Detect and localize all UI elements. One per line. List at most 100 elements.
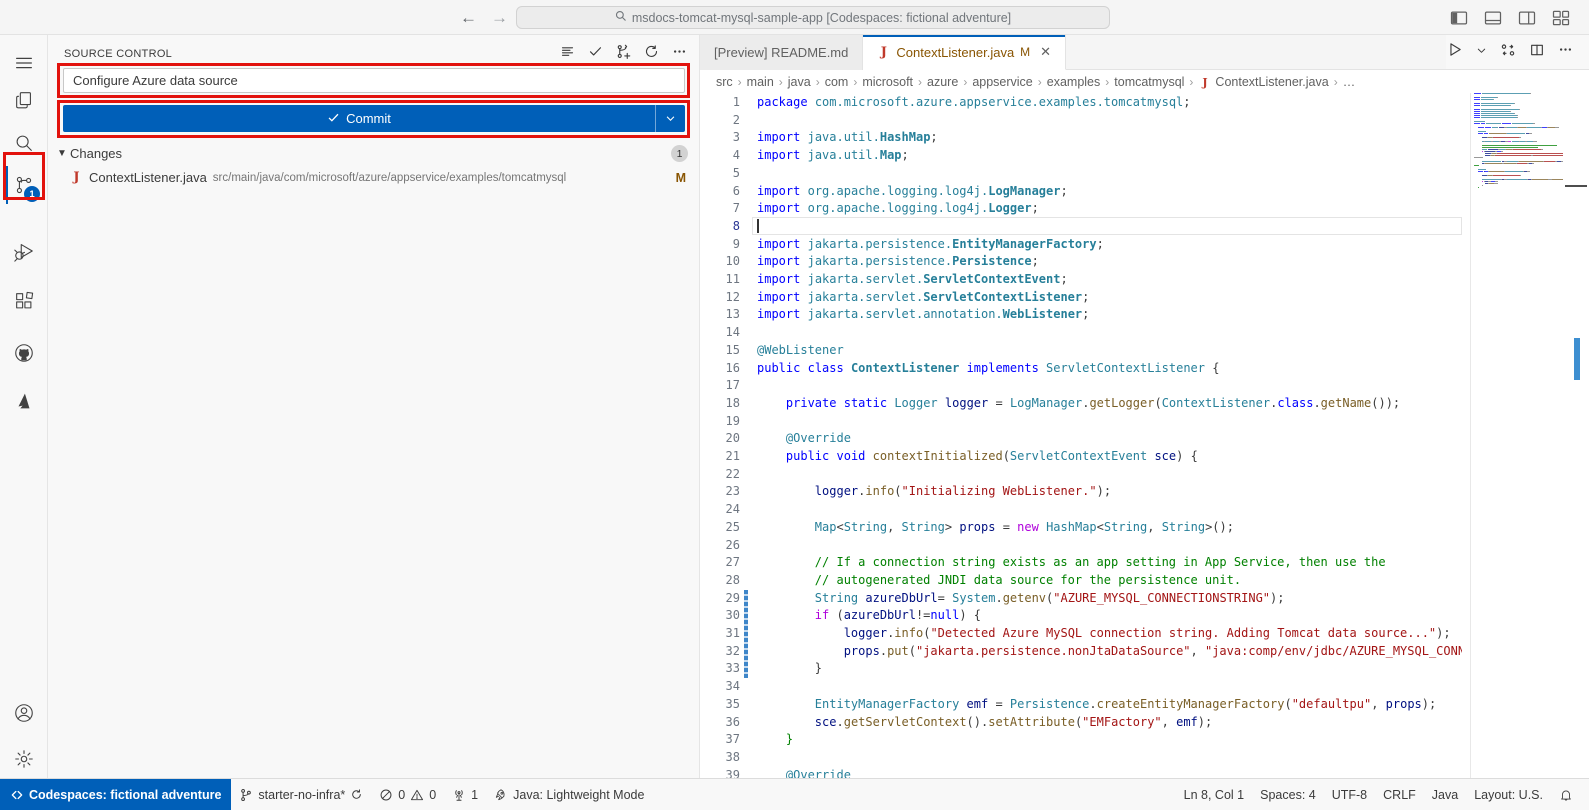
activity-bar-item-account[interactable] (0, 693, 48, 733)
check-icon[interactable] (588, 44, 603, 64)
source-control-changes-badge: 1 (24, 186, 40, 202)
breadcrumb-item--[interactable]: … (1343, 75, 1356, 89)
activity-bar-item-explorer[interactable] (0, 80, 48, 120)
code-line-text: import java.util.Map; (757, 147, 1462, 165)
run-icon[interactable] (1446, 41, 1463, 63)
activity-bar-item-menu[interactable] (0, 43, 48, 83)
code-line: 18 private static Logger logger = LogMan… (700, 395, 1589, 413)
code-line-text: String azureDbUrl= System.getenv("AZURE_… (757, 590, 1462, 608)
more-actions-icon[interactable] (672, 44, 687, 64)
commit-button[interactable]: Commit (63, 105, 685, 132)
status-item-bell-icon[interactable] (1551, 779, 1581, 810)
code-line-text: import org.apache.logging.log4j.LogManag… (757, 183, 1462, 201)
code-line-text: private static Logger logger = LogManage… (757, 395, 1462, 413)
code-line-text: logger.info("Detected Azure MySQL connec… (757, 625, 1462, 643)
code-line: 7import org.apache.logging.log4j.Logger; (700, 200, 1589, 218)
radio-tower-icon (452, 788, 466, 802)
view-as-list-icon[interactable] (560, 44, 575, 64)
breadcrumb-item-com[interactable]: com (825, 75, 849, 89)
chevron-down-icon: ▼ (54, 148, 70, 159)
status-item-0-0[interactable]: 00 (371, 779, 444, 810)
breadcrumb-item-microsoft[interactable]: microsoft (862, 75, 913, 89)
chevron-down-icon[interactable] (1476, 43, 1487, 61)
status-item-java-lightweight-mode[interactable]: Java: Lightweight Mode (486, 779, 652, 810)
activity-bar-item-github[interactable] (0, 333, 48, 373)
code-line-text: import jakarta.servlet.ServletContextEve… (757, 271, 1462, 289)
status-item-ln-8-col-1[interactable]: Ln 8, Col 1 (1176, 779, 1252, 810)
breadcrumb-item-src[interactable]: src (716, 75, 733, 89)
line-number: 32 (700, 643, 740, 661)
activity-bar-item-extensions[interactable] (0, 281, 48, 321)
code-line: 14 (700, 324, 1589, 342)
open-changes-icon[interactable] (1500, 42, 1516, 63)
command-center[interactable]: msdocs-tomcat-mysql-sample-app [Codespac… (516, 6, 1110, 29)
changes-section-header[interactable]: ▼ Changes 1 (48, 142, 700, 165)
toggle-panel-icon[interactable] (1483, 8, 1503, 28)
code-line: 12import jakarta.servlet.ServletContextL… (700, 289, 1589, 307)
breadcrumb-separator: › (916, 75, 924, 89)
breadcrumb-item-tomcatmysql[interactable]: tomcatmysql (1114, 75, 1184, 89)
status-item-utf-8[interactable]: UTF-8 (1324, 779, 1375, 810)
toggle-primary-sidebar-icon[interactable] (1449, 8, 1469, 28)
line-number: 7 (700, 200, 740, 218)
breadcrumb-separator: › (736, 75, 744, 89)
line-number: 28 (700, 572, 740, 590)
status-item-spaces-4[interactable]: Spaces: 4 (1252, 779, 1324, 810)
customize-layout-icon[interactable] (1551, 8, 1571, 28)
code-line-text: import java.util.HashMap; (757, 129, 1462, 147)
status-item-layout-u-s-[interactable]: Layout: U.S. (1466, 779, 1551, 810)
forward-arrow-icon[interactable]: → (491, 8, 508, 28)
sidebar-title: SOURCE CONTROL (64, 48, 172, 60)
code-line: 22 (700, 466, 1589, 484)
breadcrumb-item-contextlistener-java[interactable]: JContextListener.java (1198, 75, 1328, 89)
tab-readme[interactable]: [Preview] README.md (700, 35, 863, 70)
toggle-secondary-sidebar-icon[interactable] (1517, 8, 1537, 28)
title-bar: ← → msdocs-tomcat-mysql-sample-app [Code… (0, 0, 1589, 35)
breadcrumb-item-azure[interactable]: azure (927, 75, 958, 89)
code-line: 31 logger.info("Detected Azure MySQL con… (700, 625, 1589, 643)
split-editor-icon[interactable] (1529, 42, 1545, 63)
commit-dropdown-chevron[interactable] (655, 105, 685, 132)
breadcrumb-item-examples[interactable]: examples (1047, 75, 1101, 89)
code-line-text: sce.getServletContext().setAttribute("EM… (757, 714, 1462, 732)
line-number: 4 (700, 147, 740, 165)
code-line: 3import java.util.HashMap; (700, 129, 1589, 147)
status-item-java[interactable]: Java (1424, 779, 1466, 810)
code-line: 25 Map<String, String> props = new HashM… (700, 519, 1589, 537)
status-item-starter-no-infra-[interactable]: starter-no-infra* (231, 779, 371, 810)
breadcrumb-item-main[interactable]: main (747, 75, 774, 89)
java-file-icon: J (1198, 76, 1211, 89)
status-item-crlf[interactable]: CRLF (1375, 779, 1424, 810)
line-number: 2 (700, 112, 740, 130)
code-editor[interactable]: 1package com.microsoft.azure.appservice.… (700, 93, 1589, 778)
git-branch-icon (239, 788, 253, 802)
back-arrow-icon[interactable]: ← (460, 8, 477, 28)
vscode-window: ← → msdocs-tomcat-mysql-sample-app [Code… (0, 0, 1589, 810)
line-number: 19 (700, 413, 740, 431)
code-line-text: public void contextInitialized(ServletCo… (757, 448, 1462, 466)
commit-message-input[interactable] (63, 68, 685, 93)
line-number: 25 (700, 519, 740, 537)
breadcrumb-separator: › (961, 75, 969, 89)
activity-bar-item-azure[interactable] (0, 381, 48, 421)
refresh-icon[interactable] (644, 44, 659, 64)
changed-file-row[interactable]: J ContextListener.java src/main/java/com… (48, 166, 700, 189)
activity-bar-item-search[interactable] (0, 123, 48, 163)
breadcrumb-item-java[interactable]: java (788, 75, 811, 89)
status-item-1[interactable]: 1 (444, 779, 486, 810)
activity-bar-item-run-debug[interactable] (0, 231, 48, 271)
code-line: 11import jakarta.servlet.ServletContextE… (700, 271, 1589, 289)
tab-contextlistener[interactable]: J ContextListener.java M ✕ (863, 35, 1066, 70)
code-line: 15@WebListener (700, 342, 1589, 360)
line-number: 23 (700, 483, 740, 501)
breadcrumb-item-appservice[interactable]: appservice (972, 75, 1032, 89)
line-number: 20 (700, 430, 740, 448)
rocket-icon (494, 788, 508, 802)
create-branch-icon[interactable] (616, 44, 631, 64)
search-icon (13, 132, 35, 154)
status-item-codespaces-fictional-adventure[interactable]: Codespaces: fictional adventure (0, 779, 231, 810)
azure-icon (13, 390, 35, 412)
more-actions-icon[interactable] (1558, 42, 1573, 62)
activity-bar-item-settings[interactable] (0, 739, 48, 779)
close-icon[interactable]: ✕ (1040, 44, 1051, 60)
